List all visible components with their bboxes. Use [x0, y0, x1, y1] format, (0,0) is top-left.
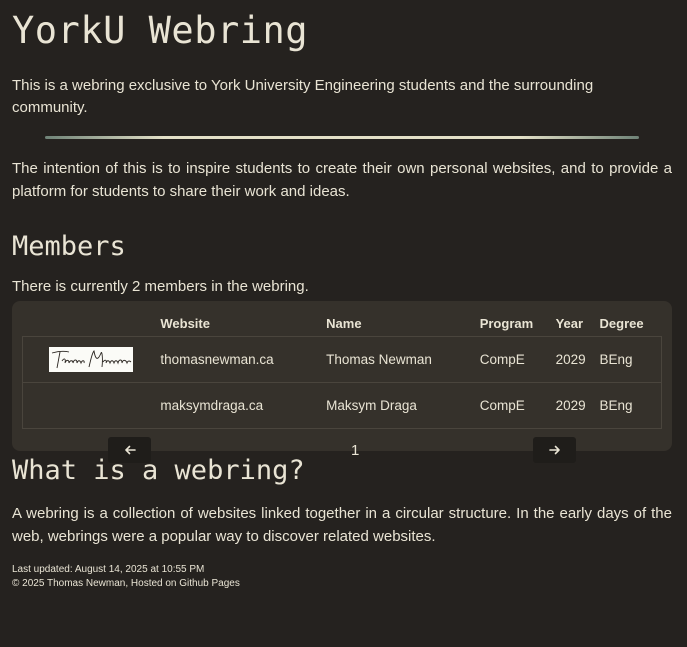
webring-description: A webring is a collection of websites li… — [12, 505, 672, 545]
website-link[interactable]: thomasnewman.ca — [160, 352, 273, 367]
arrow-left-icon — [124, 445, 136, 455]
col-year: Year — [555, 316, 584, 331]
members-heading: Members — [12, 231, 126, 262]
intro-text: This is a webring exclusive to York Univ… — [12, 77, 594, 116]
name-cell: Thomas Newman — [326, 336, 480, 383]
member-count: There is currently 2 members in the webr… — [12, 278, 309, 295]
col-name: Name — [326, 316, 362, 331]
degree-cell: BEng — [599, 382, 662, 429]
page: YorkU Webring This is a webring exclusiv… — [0, 0, 687, 591]
col-thumbnail — [23, 311, 161, 337]
col-program: Program — [479, 316, 534, 331]
intention-text: The intention of this is to inspire stud… — [12, 160, 672, 200]
thumbnail-cell — [22, 382, 161, 429]
table-row[interactable]: thomasnewman.ca Thomas Newman CompE 2029… — [22, 336, 662, 383]
table-header-row: Website Name Program Year Degree — [23, 311, 662, 337]
last-updated: Last updated: August 14, 2025 at 10:55 P… — [12, 564, 205, 575]
arrow-right-icon — [548, 445, 560, 455]
year-cell: 2029 — [555, 382, 600, 429]
program-cell: CompE — [479, 382, 556, 429]
footer: Last updated: August 14, 2025 at 10:55 P… — [12, 563, 672, 591]
signature-thumbnail[interactable] — [49, 347, 133, 372]
table-row[interactable]: maksymdraga.ca Maksym Draga CompE 2029 B… — [22, 382, 662, 429]
year-cell: 2029 — [555, 336, 600, 383]
signature-image — [51, 350, 132, 369]
copyright: © 2025 Thomas Newman, Hosted on Github P… — [12, 578, 240, 589]
col-website: Website — [160, 316, 210, 331]
next-page-button[interactable] — [533, 437, 576, 463]
page-number: 1 — [351, 442, 360, 459]
name-cell: Maksym Draga — [326, 382, 480, 429]
degree-cell: BEng — [599, 336, 662, 383]
program-cell: CompE — [479, 336, 556, 383]
divider — [45, 136, 639, 139]
page-title: YorkU Webring — [12, 9, 309, 52]
website-link[interactable]: maksymdraga.ca — [160, 398, 263, 413]
members-table: Website Name Program Year Degree thomasn… — [22, 311, 662, 429]
pagination: 1 — [22, 437, 662, 463]
website-cell: maksymdraga.ca — [160, 382, 327, 429]
members-table-card: Website Name Program Year Degree thomasn… — [12, 301, 672, 463]
website-cell: thomasnewman.ca — [160, 336, 327, 383]
thumbnail-cell — [22, 336, 161, 383]
col-degree: Degree — [599, 316, 644, 331]
prev-page-button[interactable] — [108, 437, 151, 463]
